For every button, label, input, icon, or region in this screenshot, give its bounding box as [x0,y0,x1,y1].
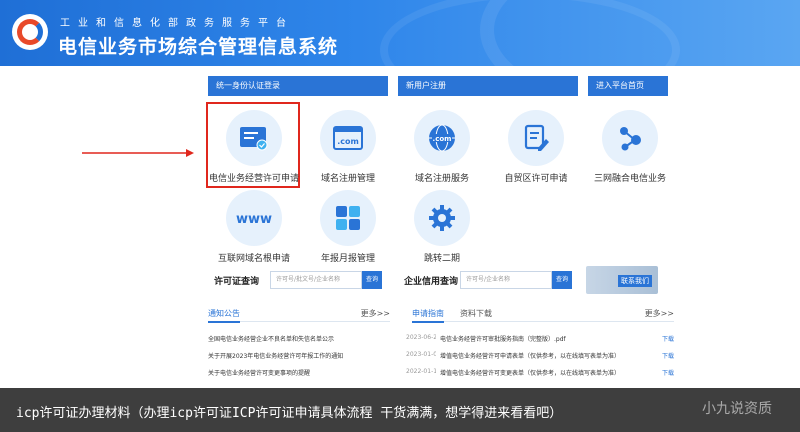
grid-apps-icon [320,190,376,246]
notice-title: 关于开展2023年电信业务经营许可年报工作的通知 [208,353,344,360]
service-ftz-license[interactable]: 自贸区许可申请 [488,110,584,184]
notice-title: 关于电信业务经营许可变更事项的提醒 [208,370,311,377]
notice-date: 2022-01-10 [406,368,436,375]
contact-us-label: 联系我们 [618,275,652,287]
guide-title: 增值电信业务经营许可申请表单（仅供参考，以在线填写表单为准） [440,353,621,360]
service-annual-report[interactable]: 年报月报管理 [300,190,396,264]
service-phase-two[interactable]: 跳转二期 [394,190,490,264]
svg-text:.com: .com [433,135,452,143]
ministry-title: 工业和信息化部政务服务平台 [60,18,294,29]
gear-icon [414,190,470,246]
download-link[interactable]: 下载 [662,368,676,380]
caption-bar: icp许可证办理材料（办理icp许可证ICP许可证申请具体流程 干货满满，想学得… [0,388,800,432]
red-arrow-icon [82,149,194,157]
list-item[interactable]: 增值电信业务经营许可变更表单（仅供参考，以在线填写表单为准） [440,368,650,380]
site-logo[interactable] [12,14,48,50]
credit-search-input[interactable]: 许可号/企业名称 [460,271,552,289]
notice-date: 2023-06-25 [406,334,436,341]
service-label: 跳转二期 [423,254,460,264]
service-label: 互联网域名根申请 [217,254,290,264]
service-label: 域名注册服务 [414,174,469,184]
network-nodes-icon [602,110,658,166]
register-tab[interactable]: 新用户注册 [398,76,578,96]
service-triple-play[interactable]: 三网融合电信业务 [582,110,678,184]
globe-dotcom-icon: .com [414,110,470,166]
service-label: 电信业务经营许可申请 [208,174,299,184]
logo-icon [17,19,43,45]
credit-search-button[interactable]: 查询 [552,271,572,289]
license-card-icon [226,110,282,166]
svg-text:.com: .com [337,137,359,146]
system-title: 电信业务市场综合管理信息系统 [58,36,339,58]
contact-us-banner[interactable]: 联系我们 [586,266,658,294]
notice-date: 2023-01-06 [406,351,436,358]
service-label: 自贸区许可申请 [504,174,568,184]
license-search-input[interactable]: 许可号/批文号/企业名称 [270,271,362,289]
tab-downloads[interactable]: 资料下载 [460,308,492,319]
guide-title: 增值电信业务经营许可变更表单（仅供参考，以在线填写表单为准） [440,370,621,377]
list-item[interactable]: 增值电信业务经营许可申请表单（仅供参考，以在线填写表单为准） [440,351,650,363]
license-search: 许可证查询 许可号/批文号/企业名称 查询 [214,270,382,290]
caption-text: icp许可证办理材料（办理icp许可证ICP许可证申请具体流程 干货满满，想学得… [16,406,563,421]
guide-more-link[interactable]: 更多>> [645,308,674,319]
list-item[interactable]: 电信业务经营许可审批服务指南（完整版）.pdf [440,334,650,346]
service-domain-management[interactable]: .com 域名注册管理 [300,110,396,184]
license-search-button[interactable]: 查询 [362,271,382,289]
license-search-label: 许可证查询 [214,276,260,287]
notice-title: 全国电信业务经营企业不良名单和失信名单公示 [208,336,335,343]
service-telecom-license[interactable]: 电信业务经营许可申请 [206,110,302,184]
dotcom-icon: .com [320,110,376,166]
svg-text:www: www [236,212,272,227]
download-link[interactable]: 下载 [662,351,676,363]
header-decoration [380,0,680,66]
tab-guide[interactable]: 申请指南 [412,308,444,323]
service-label: 年报月报管理 [320,254,375,264]
site-header: 工业和信息化部政务服务平台 电信业务市场综合管理信息系统 [0,0,800,66]
page: 工业和信息化部政务服务平台 电信业务市场综合管理信息系统 统一身份认证登录 新用… [0,0,800,432]
service-root-domain[interactable]: www 互联网域名根申请 [206,190,302,264]
service-label: 域名注册管理 [320,174,375,184]
document-edit-icon [508,110,564,166]
credit-search: 企业信用查询 许可号/企业名称 查询 [404,270,572,290]
download-link[interactable]: 下载 [662,334,676,346]
watermark-text: 小九说资质 [702,401,772,417]
service-domain-registration[interactable]: .com 域名注册服务 [394,110,490,184]
portal-tab[interactable]: 进入平台首页 [588,76,668,96]
login-tab[interactable]: 统一身份认证登录 [208,76,388,96]
guide-title: 电信业务经营许可审批服务指南（完整版）.pdf [440,336,566,343]
credit-search-label: 企业信用查询 [404,276,459,287]
notices-more-link[interactable]: 更多>> [361,308,390,319]
service-label: 三网融合电信业务 [593,174,666,184]
notices-header: 通知公告 更多>> [208,306,390,323]
www-icon: www [226,190,282,246]
tab-notices[interactable]: 通知公告 [208,308,240,323]
guide-header: 申请指南 资料下载 更多>> [412,306,674,323]
